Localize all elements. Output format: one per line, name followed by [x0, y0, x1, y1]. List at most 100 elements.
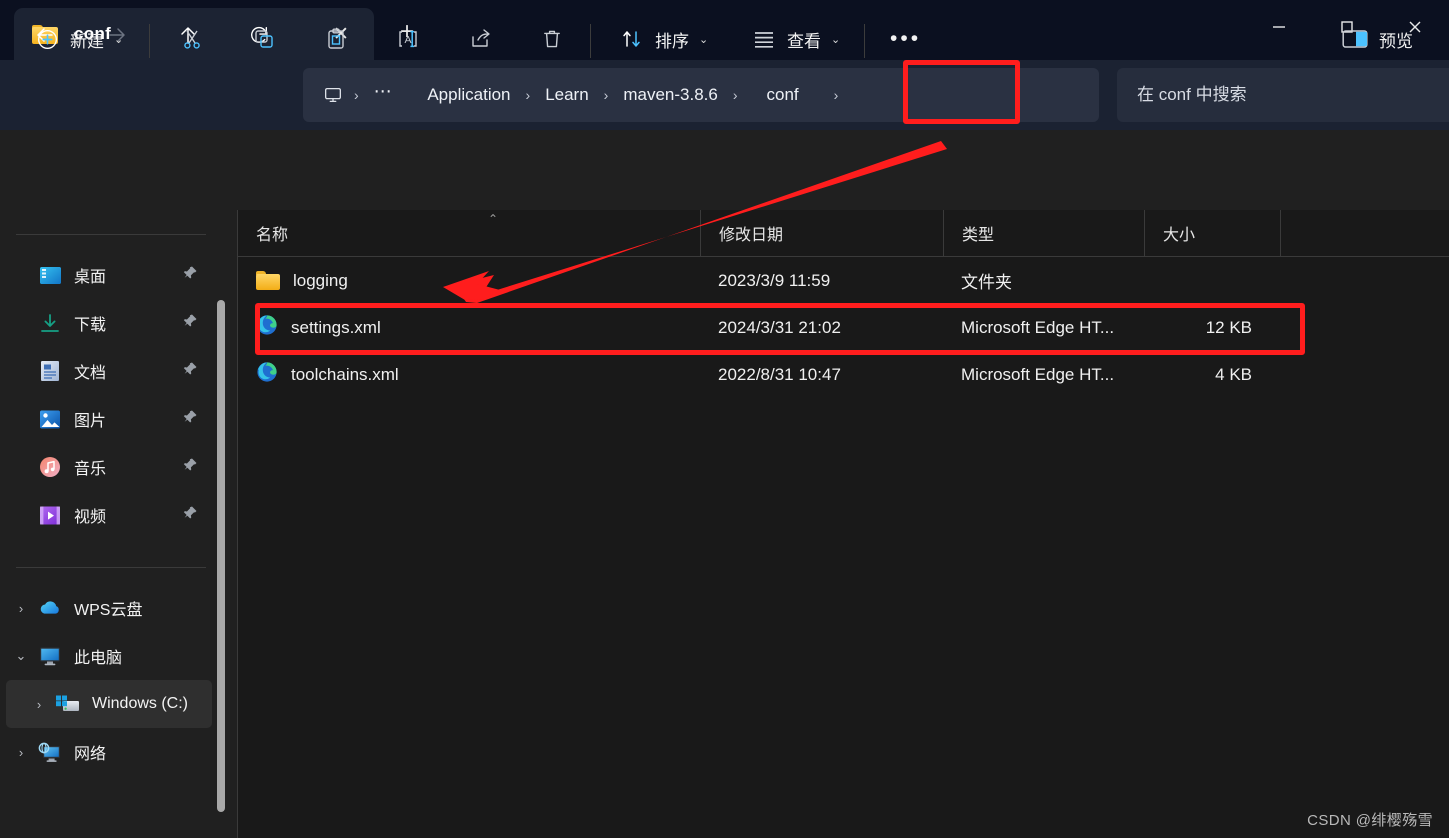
sidebar-item-music[interactable]: 音乐: [6, 443, 212, 491]
title-bar: conf ✕ +: [0, 0, 1449, 60]
breadcrumb-separator[interactable]: ›: [347, 87, 366, 103]
pin-icon[interactable]: [183, 361, 198, 381]
file-type: 文件夹: [961, 273, 1012, 292]
delete-icon: [540, 27, 564, 51]
sidebar: 桌面 下载 文档 图片 音乐 视频 › WPS云盘 ⌄ 此电脑 › Window…: [0, 210, 218, 838]
table-row[interactable]: toolchains.xml 2022/8/31 10:47 Microsoft…: [238, 351, 1449, 398]
more-options-button[interactable]: •••: [880, 14, 931, 64]
delete-button[interactable]: [530, 14, 574, 64]
drive-windows-icon: [54, 692, 82, 716]
sidebar-item-label: 文档: [74, 365, 107, 382]
search-box[interactable]: [1117, 68, 1449, 122]
sort-ascending-icon: ⌃: [488, 211, 499, 226]
file-type: Microsoft Edge HT...: [961, 364, 1115, 384]
chevron-right-icon[interactable]: ›: [24, 697, 54, 712]
sidebar-item-label: 桌面: [74, 269, 107, 286]
paste-icon: [324, 27, 348, 51]
cut-icon: [180, 27, 204, 51]
breadcrumb-item-application[interactable]: Application: [419, 81, 518, 109]
file-date: 2024/3/31 21:02: [718, 317, 841, 337]
pin-icon[interactable]: [183, 409, 198, 429]
cut-button[interactable]: [170, 14, 214, 64]
chevron-down-icon: ⌄: [114, 33, 124, 46]
search-input[interactable]: [1137, 85, 1449, 105]
pin-icon[interactable]: [183, 505, 198, 525]
view-button-label: 查看: [787, 31, 821, 51]
this-pc-icon[interactable]: [319, 84, 347, 106]
file-list-header: 名称 ⌃ 修改日期 类型 大小: [238, 209, 1449, 257]
copy-button[interactable]: [242, 14, 286, 64]
sidebar-item-label: 下载: [74, 317, 107, 334]
column-header-size[interactable]: 大小: [1144, 209, 1280, 257]
sidebar-item-wps-cloud[interactable]: › WPS云盘: [6, 584, 212, 632]
sidebar-item-downloads[interactable]: 下载: [6, 299, 212, 347]
chevron-right-icon[interactable]: ›: [6, 745, 36, 760]
preview-pane-icon: [1342, 29, 1368, 49]
sidebar-item-this-pc[interactable]: ⌄ 此电脑: [6, 632, 212, 680]
rename-button[interactable]: A: [386, 14, 430, 64]
folder-icon: [256, 271, 280, 290]
pin-icon[interactable]: [183, 313, 198, 333]
wps-cloud-icon: [36, 596, 64, 620]
network-icon: [36, 740, 64, 764]
sort-icon: [620, 27, 644, 51]
table-row[interactable]: logging 2023/3/9 11:59 文件夹: [238, 257, 1449, 304]
file-size: 4 KB: [1215, 364, 1252, 384]
music-icon: [36, 455, 64, 479]
chevron-down-icon: ⌄: [699, 33, 709, 46]
breadcrumb-item-maven[interactable]: maven-3.8.6: [615, 81, 726, 109]
new-button[interactable]: 新建 ⌄: [26, 14, 133, 64]
column-header-label: 名称: [256, 227, 289, 244]
view-button[interactable]: 查看 ⌄: [742, 14, 850, 64]
breadcrumb: › ⋯ › Application › Learn › maven-3.8.6 …: [303, 68, 1099, 122]
divider: [864, 24, 865, 58]
sidebar-item-documents[interactable]: 文档: [6, 347, 212, 395]
breadcrumb-separator[interactable]: ›: [726, 87, 745, 103]
sidebar-item-label: 视频: [74, 509, 107, 526]
table-row[interactable]: settings.xml 2024/3/31 21:02 Microsoft E…: [238, 304, 1449, 351]
column-header-type[interactable]: 类型: [943, 209, 1144, 257]
command-bar: [0, 130, 1449, 210]
minimize-icon[interactable]: [1245, 0, 1313, 54]
column-header-date[interactable]: 修改日期: [700, 209, 943, 257]
sort-button[interactable]: 排序 ⌄: [610, 14, 718, 64]
sidebar-item-label: 此电脑: [74, 650, 123, 667]
column-header-name[interactable]: 名称 ⌃: [238, 210, 700, 257]
sidebar-item-windows-c[interactable]: › Windows (C:): [6, 680, 212, 728]
breadcrumb-item-conf[interactable]: conf: [759, 81, 807, 109]
watermark: CSDN @绯樱殇雪: [1307, 812, 1433, 829]
view-icon: [752, 28, 776, 50]
desktop-icon: [36, 263, 64, 287]
pin-icon[interactable]: [183, 265, 198, 285]
file-name: toolchains.xml: [291, 364, 399, 384]
sidebar-item-pictures[interactable]: 图片: [6, 395, 212, 443]
breadcrumb-separator[interactable]: ›: [519, 87, 538, 103]
file-name: logging: [293, 270, 348, 290]
this-pc-icon: [36, 644, 64, 668]
svg-text:A: A: [404, 34, 411, 46]
breadcrumb-separator[interactable]: ›: [827, 87, 846, 103]
file-date: 2023/3/9 11:59: [718, 270, 831, 290]
file-name: settings.xml: [291, 317, 381, 337]
chevron-down-icon[interactable]: ⌄: [6, 648, 36, 664]
sidebar-item-label: 图片: [74, 413, 107, 430]
divider: [16, 234, 206, 235]
sidebar-item-desktop[interactable]: 桌面: [6, 251, 212, 299]
column-header-spacer: [1280, 209, 1448, 257]
sidebar-item-network[interactable]: › 网络: [6, 728, 212, 776]
sidebar-item-videos[interactable]: 视频: [6, 491, 212, 539]
edge-html-icon: [256, 314, 278, 341]
plus-circle-icon: [36, 28, 59, 51]
breadcrumb-overflow[interactable]: ⋯: [366, 77, 401, 114]
preview-button[interactable]: 预览: [1332, 14, 1423, 64]
sidebar-scrollbar[interactable]: [217, 300, 225, 812]
paste-button[interactable]: [314, 14, 358, 64]
breadcrumb-item-learn[interactable]: Learn: [537, 81, 596, 109]
rename-icon: A: [396, 27, 420, 51]
divider: [590, 24, 591, 58]
pin-icon[interactable]: [183, 457, 198, 477]
share-button[interactable]: [458, 14, 502, 64]
chevron-right-icon[interactable]: ›: [6, 601, 36, 616]
sidebar-item-label: 音乐: [74, 461, 107, 478]
breadcrumb-separator[interactable]: ›: [597, 87, 616, 103]
